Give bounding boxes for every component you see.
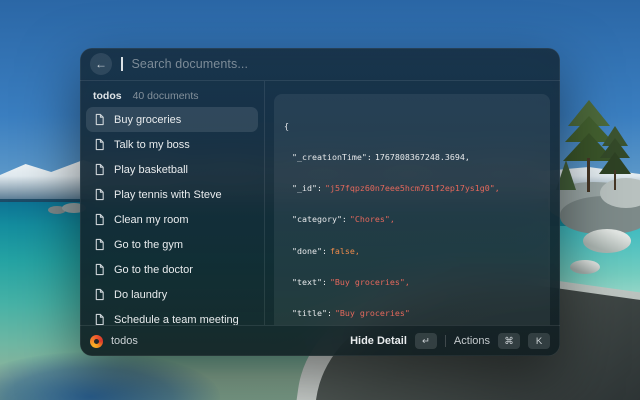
detail-pane: { "_creationTime":1767808367248.3694, "_…	[264, 81, 560, 325]
search-documents-window: ← Search documents... todos 40 documents…	[80, 48, 560, 356]
list-item[interactable]: Go to the doctor	[86, 257, 258, 282]
search-bar[interactable]: ← Search documents...	[80, 48, 560, 80]
list-item[interactable]: Buy groceries	[86, 107, 258, 132]
document-count: 40 documents	[133, 90, 199, 102]
code-line: {	[284, 121, 540, 131]
list-item-label: Go to the gym	[114, 239, 183, 251]
list-item[interactable]: Go to the gym	[86, 232, 258, 257]
list-item[interactable]: Schedule a team meeting	[86, 307, 258, 325]
list-item-label: Play tennis with Steve	[114, 189, 222, 201]
list-item-label: Go to the doctor	[114, 264, 193, 276]
document-icon	[94, 263, 105, 276]
list-item[interactable]: Clean my room	[86, 207, 258, 232]
wallpaper-tree-trunk	[587, 158, 590, 192]
list-item-label: Clean my room	[114, 214, 189, 226]
list-item-label: Talk to my boss	[114, 139, 190, 151]
footer-bar: todos Hide Detail ↵ Actions ⌘ K	[80, 325, 560, 356]
code-line: "_creationTime":1767808367248.3694,	[284, 152, 540, 162]
document-icon	[94, 288, 105, 301]
hide-detail-button[interactable]: Hide Detail	[350, 335, 407, 347]
wallpaper-boulder	[583, 229, 631, 253]
document-icon	[94, 238, 105, 251]
divider	[445, 335, 446, 347]
list-item[interactable]: Play basketball	[86, 157, 258, 182]
code-line: "_id":"j57fqpz60n7eee5hcm761f2ep17ys1g0"…	[284, 183, 540, 193]
text-cursor	[121, 57, 123, 71]
back-button[interactable]: ←	[90, 53, 112, 75]
list-item[interactable]: Play tennis with Steve	[86, 182, 258, 207]
section-title: todos	[93, 90, 122, 102]
code-line: "text":"Buy groceries",	[284, 277, 540, 287]
desktop: ← Search documents... todos 40 documents…	[0, 0, 640, 400]
enter-key-icon[interactable]: ↵	[415, 333, 437, 349]
list-item[interactable]: Do laundry	[86, 282, 258, 307]
k-key-icon[interactable]: K	[528, 333, 550, 349]
footer-app-label: todos	[111, 335, 138, 347]
document-icon	[94, 138, 105, 151]
back-arrow-icon: ←	[95, 57, 107, 71]
actions-button[interactable]: Actions	[454, 335, 490, 347]
list-item-label: Play basketball	[114, 164, 188, 176]
document-icon	[94, 188, 105, 201]
document-icon	[94, 163, 105, 176]
wallpaper-tree-trunk	[614, 170, 616, 190]
list-section-header: todos 40 documents	[80, 81, 264, 107]
document-icon	[94, 213, 105, 226]
list-item-label: Schedule a team meeting	[114, 314, 239, 326]
document-icon	[94, 313, 105, 325]
document-icon	[94, 113, 105, 126]
code-line: "done":false,	[284, 246, 540, 256]
code-line: "title":"Buy groceries"	[284, 308, 540, 318]
list-item[interactable]: Talk to my boss	[86, 132, 258, 157]
document-list-pane: todos 40 documents Buy groceries Talk to…	[80, 81, 264, 325]
json-code-block: { "_creationTime":1767808367248.3694, "_…	[274, 94, 550, 325]
search-input[interactable]: Search documents...	[132, 57, 249, 71]
app-logo-icon	[90, 335, 103, 348]
code-line: "category":"Chores",	[284, 214, 540, 224]
command-key-icon[interactable]: ⌘	[498, 333, 520, 349]
wallpaper-boulder	[570, 260, 600, 274]
list-item-label: Do laundry	[114, 289, 167, 301]
wallpaper-pine-tree	[602, 126, 628, 174]
document-list: Buy groceries Talk to my boss Play baske…	[80, 107, 264, 325]
list-item-label: Buy groceries	[114, 114, 181, 126]
